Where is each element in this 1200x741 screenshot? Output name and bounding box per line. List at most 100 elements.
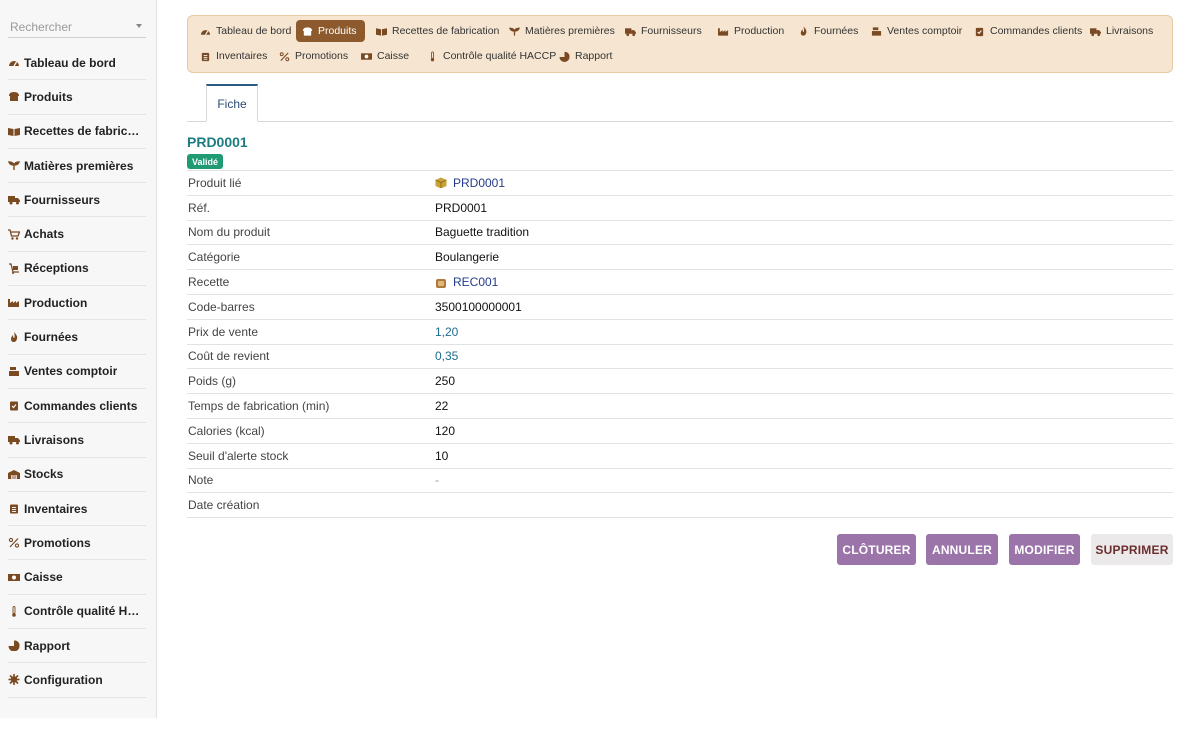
factory-icon: [718, 26, 729, 36]
field-row: Poids (g) 250: [187, 369, 1173, 395]
sidebar-item-label: Contrôle qualité HACCP: [24, 604, 146, 619]
field-value-text: 10: [435, 448, 449, 463]
sidebar-item-label: Production: [24, 295, 88, 310]
field-value: 120: [435, 424, 455, 438]
sidebar: Rechercher Tableau de bord Produits Recett…: [0, 0, 157, 718]
topnav-item-label: Fournisseurs: [641, 25, 702, 37]
field-value[interactable]: REC001: [435, 275, 498, 289]
money-icon: [8, 572, 20, 583]
search-select[interactable]: Rechercher: [8, 16, 146, 38]
field-value: 0,35: [435, 349, 458, 363]
sidebar-item-label: Matières premières: [24, 158, 134, 173]
sidebar-item[interactable]: Matières premières: [8, 149, 146, 184]
field-label: Coût de revient: [188, 349, 270, 364]
topnav-item[interactable]: Contrôle qualité HACCP: [421, 45, 564, 67]
sidebar-item-label: Ventes comptoir: [24, 364, 118, 379]
sidebar-item[interactable]: Fournées: [8, 320, 146, 355]
topnav-item-label: Promotions: [295, 50, 349, 62]
field-value[interactable]: PRD0001: [435, 176, 505, 190]
field-row: Temps de fabrication (min) 22: [187, 394, 1173, 419]
field-value: 10: [435, 449, 448, 463]
bread-icon: [302, 26, 313, 36]
topnav-item[interactable]: Caisse: [355, 45, 417, 67]
field-value-text: 22: [435, 399, 449, 414]
sidebar-item[interactable]: Tableau de bord: [8, 46, 146, 81]
sidebar-item[interactable]: Ventes comptoir: [8, 355, 146, 389]
field-value-text: Baguette tradition: [435, 225, 530, 240]
topnav-item-label: Fournées: [814, 25, 859, 37]
page-title: PRD0001: [187, 134, 248, 150]
book-icon: [376, 26, 387, 36]
sidebar-item[interactable]: Production: [8, 286, 146, 321]
field-label: Catégorie: [188, 250, 241, 265]
money-icon: [361, 51, 372, 61]
field-row: Prix de vente 1,20: [187, 320, 1173, 345]
topnav-item[interactable]: Produits: [296, 20, 365, 42]
sidebar-item[interactable]: Inventaires: [8, 492, 146, 527]
field-row: Recette REC001: [187, 270, 1173, 295]
cancel-button[interactable]: ANNULER: [926, 534, 998, 565]
topnav-item[interactable]: Commandes clients: [968, 20, 1090, 42]
seedling-icon: [509, 26, 520, 36]
field-value-text[interactable]: PRD0001: [453, 176, 505, 190]
sidebar-item[interactable]: Recettes de fabrication: [8, 115, 146, 149]
sidebar-item[interactable]: Commandes clients: [8, 389, 146, 424]
sidebar-item[interactable]: Stocks: [8, 458, 146, 492]
sidebar-item[interactable]: Caisse: [8, 560, 146, 595]
chevron-down-icon[interactable]: [136, 24, 142, 28]
topnav-item[interactable]: Promotions: [273, 45, 356, 67]
topnav-item[interactable]: Production: [712, 20, 792, 42]
field-value-text: PRD0001: [435, 200, 488, 215]
shipping-icon: [1090, 26, 1101, 36]
topnav-item[interactable]: Fournisseurs: [619, 20, 710, 42]
topnav-item[interactable]: Fournées: [792, 20, 866, 42]
field-label: Produit lié: [188, 175, 242, 190]
sidebar-item-label: Tableau de bord: [24, 55, 116, 70]
field-label: Poids (g): [188, 374, 237, 389]
topnav-item-label: Ventes comptoir: [887, 25, 963, 37]
topnav-item[interactable]: Recettes de fabrication: [370, 20, 507, 42]
topnav-item[interactable]: Tableau de bord: [194, 20, 299, 42]
field-label: Recette: [188, 275, 230, 290]
tab-fiche[interactable]: Fiche: [206, 84, 258, 122]
thermometer-icon: [427, 51, 438, 61]
field-value: 250: [435, 374, 455, 388]
topnav-item-label: Inventaires: [216, 50, 268, 62]
sidebar-item[interactable]: Achats: [8, 217, 146, 252]
topnav-item-label: Production: [734, 25, 785, 37]
topnav-item-label: Commandes clients: [990, 25, 1083, 37]
sidebar-item-label: Produits: [24, 89, 73, 104]
seedling-icon: [8, 160, 20, 171]
sidebar-item-label: Rapport: [24, 638, 70, 653]
sidebar-item[interactable]: Réceptions: [8, 252, 146, 287]
topnav-item[interactable]: Inventaires: [194, 45, 275, 67]
delete-button[interactable]: SUPPRIMER: [1091, 534, 1173, 565]
topnav-item[interactable]: Rapport: [553, 45, 620, 67]
topnav-item-label: Rapport: [575, 50, 613, 62]
clipboard-list-icon: [8, 503, 20, 514]
percent-icon: [279, 51, 290, 61]
sidebar-item[interactable]: Produits: [8, 80, 146, 115]
sidebar-item[interactable]: Rapport: [8, 629, 146, 664]
topnav-item[interactable]: Matières premières: [503, 20, 623, 42]
sidebar-item[interactable]: Configuration: [8, 663, 146, 698]
field-label: Note: [188, 473, 214, 488]
sidebar-item-label: Configuration: [24, 672, 103, 687]
field-value-text: 120: [435, 423, 456, 438]
sidebar-item-label: Commandes clients: [24, 398, 138, 413]
sidebar-item[interactable]: Fournisseurs: [8, 183, 146, 218]
sidebar-item[interactable]: Livraisons: [8, 423, 146, 458]
topnav-item[interactable]: Livraisons: [1084, 20, 1161, 42]
field-value: Baguette tradition: [435, 225, 529, 239]
close-record-button[interactable]: CLÔTURER: [837, 534, 916, 565]
field-row: Note -: [187, 469, 1173, 494]
field-row: Produit lié PRD0001: [187, 171, 1173, 196]
edit-button[interactable]: MODIFIER: [1009, 534, 1080, 565]
topnav-item[interactable]: Ventes comptoir: [865, 20, 970, 42]
gauge-icon: [8, 57, 20, 68]
field-label: Prix de vente: [188, 324, 259, 339]
truck-icon: [625, 26, 636, 36]
sidebar-item[interactable]: Contrôle qualité HACCP: [8, 595, 146, 630]
field-value-text[interactable]: REC001: [453, 275, 498, 289]
field-value: PRD0001: [435, 201, 487, 215]
